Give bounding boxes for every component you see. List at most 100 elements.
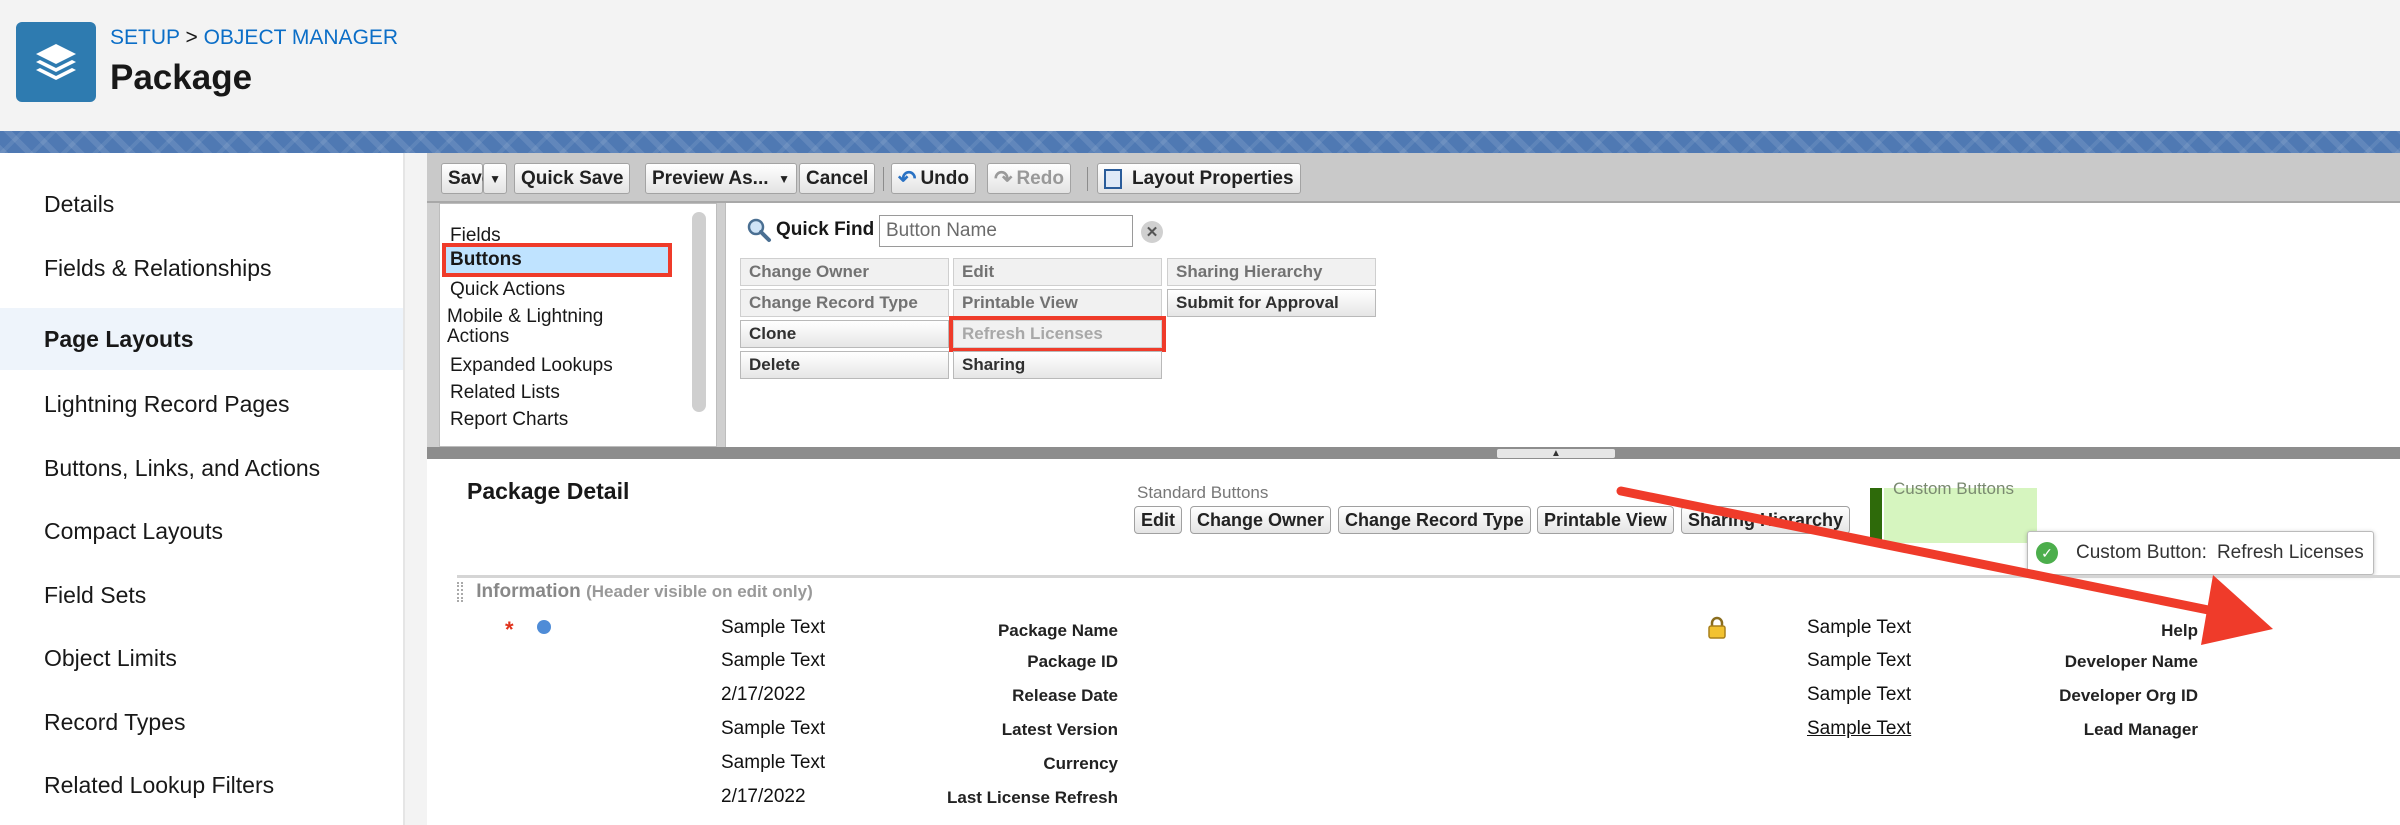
category-report-charts[interactable]: Report Charts [450,410,568,429]
layers-icon [16,22,96,102]
tooltip-label: Custom Button: [2076,542,2207,563]
field-label-developer-name: Developer Name [2064,652,2198,671]
quick-find-label: Quick Find [776,219,875,240]
properties-icon [1104,168,1122,189]
page-title: Package [110,58,253,97]
sidebar-item-buttons-links-actions[interactable]: Buttons, Links, and Actions [0,437,403,499]
field-value-developer-name[interactable]: Sample Text [1807,650,1911,672]
sidebar-item-details[interactable]: Details [0,173,403,235]
clear-search-icon[interactable]: ✕ [1141,221,1163,243]
category-expanded-lookups[interactable]: Expanded Lookups [450,356,613,375]
sidebar-item-compact-layouts[interactable]: Compact Layouts [0,500,403,562]
palette-button-sharing-hierarchy: Sharing Hierarchy [1167,258,1376,286]
layout-editor: Save ▼ Quick Save Preview As... ▼ Cancel… [427,153,2400,825]
layout-toolbar: Save ▼ Quick Save Preview As... ▼ Cancel… [427,153,2400,203]
sidebar-item-object-limits[interactable]: Object Limits [0,627,403,689]
palette-button-clone[interactable]: Clone [740,320,949,348]
palette-button-edit: Edit [953,258,1162,286]
palette-button-change-owner: Change Owner [740,258,949,286]
field-label-lead-manager: Lead Manager [2083,720,2198,739]
field-value-developer-org-id[interactable]: Sample Text [1807,684,1911,706]
tooltip-value: Refresh Licenses [2216,542,2364,563]
breadcrumb-separator: > [185,26,198,49]
header-banner [0,131,2400,153]
collapse-handle-icon[interactable]: ▲ [1497,448,1615,459]
palette: Fields Buttons Quick Actions Mobile & Li… [427,203,2400,459]
quick-find-input[interactable] [879,215,1133,247]
palette-button-sharing[interactable]: Sharing [953,351,1162,379]
palette-resize-bar[interactable] [427,447,2400,459]
category-mobile-lightning-actions[interactable]: Mobile & Lightning Actions [447,307,647,347]
palette-button-submit-for-approval[interactable]: Submit for Approval [1167,289,1376,317]
palette-button-printable-view: Printable View [953,289,1162,317]
redo-button[interactable]: ↷ Redo [987,163,1071,194]
save-button[interactable]: Save [441,163,492,194]
preview-as-button[interactable]: Preview As... ▼ [645,163,797,194]
field-value-currency[interactable]: Sample Text [721,752,825,774]
drag-grip-icon [457,581,463,602]
layout-button-sharing-hierarchy[interactable]: Sharing Hierarchy [1681,506,1851,534]
layout-properties-button[interactable]: Layout Properties [1097,163,1301,194]
info-dot-icon [537,620,551,634]
field-label-latest-version: Latest Version [1001,720,1118,739]
redo-icon: ↷ [994,165,1013,191]
palette-items: Quick Find ✕ Change Owner Edit Sharing H… [725,203,2400,447]
palette-button-delete[interactable]: Delete [740,351,949,379]
category-scrollbar[interactable] [692,212,706,412]
palette-category-list: Fields Buttons Quick Actions Mobile & Li… [439,203,717,447]
custom-buttons-label: Custom Buttons [1893,479,2014,498]
information-section-header[interactable]: Information (Header visible on edit only… [457,581,813,603]
check-icon: ✓ [2036,542,2058,564]
toolbar-divider [883,167,884,191]
field-value-package-id[interactable]: Sample Text [721,650,825,672]
field-value-package-name[interactable]: Sample Text [721,617,825,639]
section-title: Package Detail [467,478,630,504]
sidebar-item-lightning-record-pages[interactable]: Lightning Record Pages [0,373,403,435]
undo-button[interactable]: ↶ Undo [891,163,976,194]
chevron-down-icon: ▼ [778,171,790,186]
layout-button-edit[interactable]: Edit [1134,506,1182,534]
save-dropdown-chevron-icon[interactable]: ▼ [483,163,507,194]
field-label-developer-org-id: Developer Org ID [2059,686,2198,705]
breadcrumb: SETUP > OBJECT MANAGER [110,26,398,50]
sidebar-item-record-types[interactable]: Record Types [0,691,403,753]
field-value-last-license-refresh[interactable]: 2/17/2022 [721,786,806,808]
breadcrumb-object-manager-link[interactable]: OBJECT MANAGER [204,26,398,49]
palette-button-refresh-licenses[interactable]: Refresh Licenses [949,316,1166,352]
required-star-icon: * [505,617,514,642]
sidebar-item-page-layouts[interactable]: Page Layouts [0,308,403,370]
category-related-lists[interactable]: Related Lists [450,383,560,402]
field-label-package-id: Package ID [1027,652,1118,671]
field-label-currency: Currency [1043,754,1118,773]
lock-icon [1708,616,1726,639]
sidebar-item-fields-relationships[interactable]: Fields & Relationships [0,237,403,299]
breadcrumb-setup-link[interactable]: SETUP [110,26,180,49]
sidebar-item-field-sets[interactable]: Field Sets [0,564,403,626]
field-label-last-license-refresh: Last License Refresh [946,788,1118,807]
field-label-package-name: Package Name [997,621,1118,640]
field-value-lead-manager-link[interactable]: Sample Text [1807,718,1911,740]
undo-icon: ↶ [898,165,917,191]
palette-button-change-record-type: Change Record Type [740,289,949,317]
field-label-release-date: Release Date [1012,686,1118,705]
section-divider [457,575,2400,578]
category-quick-actions[interactable]: Quick Actions [450,280,565,299]
layout-button-change-owner[interactable]: Change Owner [1190,506,1332,534]
quick-save-button[interactable]: Quick Save [514,163,631,194]
page-header: SETUP > OBJECT MANAGER Package [0,0,2400,131]
drag-tooltip: ✓ Custom Button: Refresh Licenses [2027,531,2374,575]
field-value-release-date[interactable]: 2/17/2022 [721,684,806,706]
category-buttons[interactable]: Buttons [442,243,672,277]
field-value-help[interactable]: Sample Text [1807,617,1911,639]
layout-button-printable-view[interactable]: Printable View [1537,506,1674,534]
layout-button-change-record-type[interactable]: Change Record Type [1338,506,1531,534]
category-fields[interactable]: Fields [450,226,501,245]
magnifier-icon [747,218,771,242]
field-value-latest-version[interactable]: Sample Text [721,718,825,740]
sidebar: Details Fields & Relationships Page Layo… [0,153,405,825]
field-label-help: Help [2161,621,2198,640]
sidebar-item-related-lookup-filters[interactable]: Related Lookup Filters [0,754,403,816]
toolbar-divider [1087,167,1088,191]
custom-buttons-drop-indicator [1870,488,1882,543]
cancel-button[interactable]: Cancel [799,163,876,194]
